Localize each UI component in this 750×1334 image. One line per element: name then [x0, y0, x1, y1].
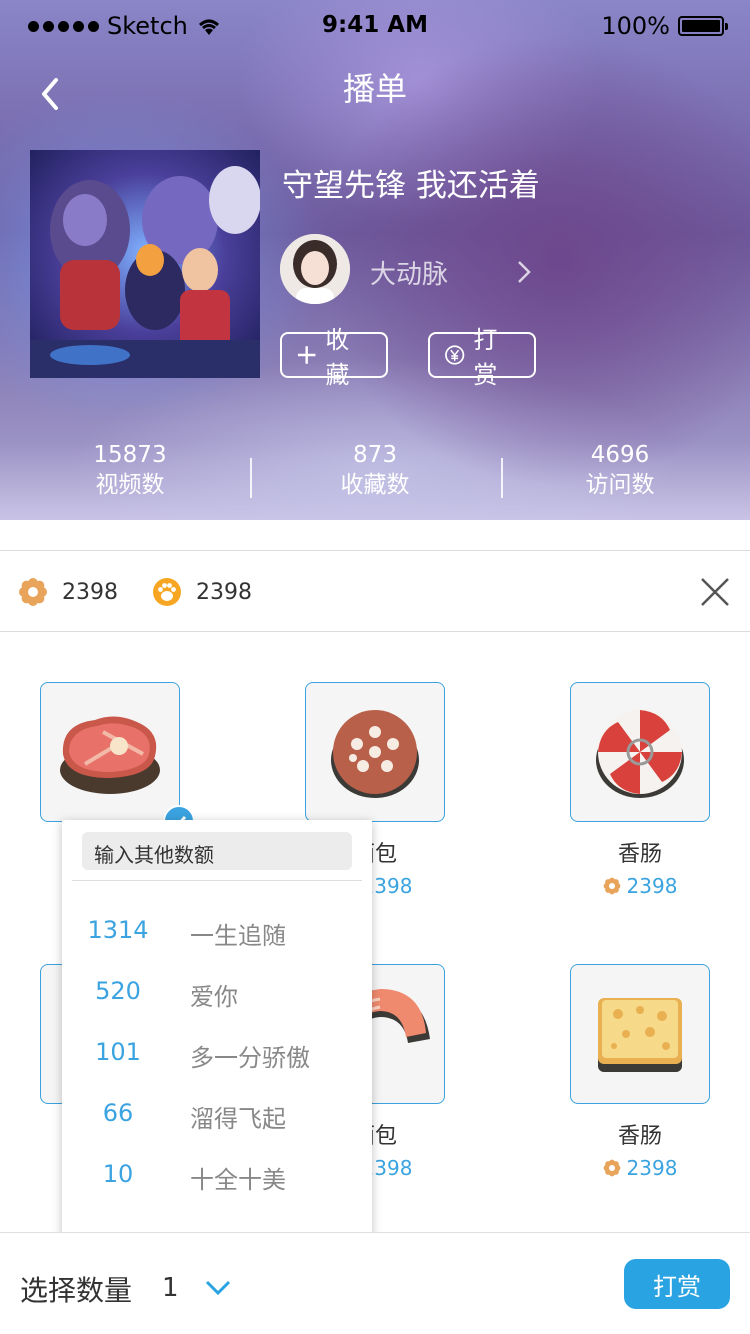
amount-value: 520: [95, 977, 141, 1005]
page-title: 播单: [342, 70, 407, 108]
candy-icon: [596, 710, 684, 798]
flower-icon: [19, 578, 47, 606]
amount-option[interactable]: 1314 一生追随: [62, 916, 372, 956]
tip-submit-button[interactable]: 打赏: [624, 1259, 730, 1309]
chevron-down-icon[interactable]: [204, 1279, 232, 1297]
amount-value: 101: [95, 1038, 141, 1066]
gift-name: 香肠: [617, 842, 662, 867]
quantity-label: 选择数量: [20, 1274, 133, 1307]
steak-icon: [60, 716, 160, 794]
gift-price: 2398: [570, 1156, 710, 1180]
stat-value: 873: [353, 442, 397, 468]
stat-favorites: 873 收藏数: [250, 440, 500, 500]
amount-value: 66: [102, 1099, 134, 1127]
gift-price-value: 2398: [626, 1156, 678, 1180]
amount-meaning: 爱你: [190, 983, 238, 1011]
flower-icon: [603, 1159, 620, 1177]
stat-value: 15873: [93, 442, 167, 468]
paw-icon: [153, 578, 181, 606]
amount-popover: 输入其他数额 1314 一生追随 520 爱你 101 多一分骄傲 66 溜得飞…: [62, 820, 372, 1238]
cheese-icon: [598, 998, 682, 1072]
paw-count: 2398: [196, 579, 252, 605]
plus-icon: [297, 346, 316, 364]
gift-card[interactable]: [570, 682, 710, 822]
paw-balance: 2398: [152, 577, 252, 607]
stat-visits: 4696 访问数: [495, 440, 745, 500]
gift-card[interactable]: [570, 964, 710, 1104]
status-bar: Sketch 9:41 AM 100%: [0, 0, 750, 52]
author-avatar[interactable]: [280, 234, 350, 304]
amount-value: 1314: [87, 916, 149, 944]
coin-icon: [445, 345, 465, 365]
playlist-stats: 15873 视频数 873 收藏数 4696 访问数: [0, 440, 750, 506]
custom-amount-input[interactable]: 输入其他数额: [82, 832, 352, 870]
cookie-icon: [331, 710, 419, 798]
flower-balance: 2398: [18, 577, 118, 607]
chevron-right-icon[interactable]: [514, 258, 534, 286]
gift-price: 2398: [570, 874, 710, 898]
close-icon[interactable]: [700, 577, 730, 607]
favorite-button[interactable]: 收藏: [280, 326, 388, 389]
gift-card[interactable]: [305, 682, 445, 822]
gift-item[interactable]: 香肠 2398: [570, 964, 710, 1180]
battery-icon: [678, 16, 728, 36]
amount-meaning: 十全十美: [190, 1166, 286, 1194]
amount-option[interactable]: 10 十全十美: [62, 1160, 372, 1200]
stat-label: 收藏数: [340, 472, 410, 498]
tip-header-button[interactable]: 打赏: [428, 326, 536, 389]
balance-bar: 2398 2398: [0, 550, 750, 632]
amount-value: 10: [102, 1160, 134, 1188]
amount-meaning: 一生追随: [190, 922, 286, 950]
stat-value: 4696: [590, 442, 650, 468]
amount-meaning: 多一分骄傲: [190, 1044, 310, 1072]
amount-option[interactable]: 101 多一分骄傲: [62, 1038, 372, 1078]
amount-option[interactable]: 66 溜得飞起: [62, 1099, 372, 1139]
playlist-cover-image: [30, 150, 260, 378]
stat-videos: 15873 视频数: [5, 440, 255, 500]
tip-header-button-label: 打赏: [473, 326, 498, 389]
playlist-header: Sketch 9:41 AM 100% 播单 守望先锋 我还活着 大动脉 收藏 …: [0, 0, 750, 520]
flower-count: 2398: [62, 579, 118, 605]
bottom-bar: 选择数量 1 打赏: [0, 1232, 750, 1334]
stat-label: 视频数: [95, 472, 165, 498]
divider: [72, 880, 362, 881]
gift-item[interactable]: 香肠 2398: [570, 682, 710, 898]
quantity-value[interactable]: 1: [162, 1273, 179, 1303]
favorite-button-label: 收藏: [325, 326, 350, 389]
battery-percent: 100%: [601, 12, 670, 40]
gift-name: 香肠: [617, 1124, 662, 1149]
author-name[interactable]: 大动脉: [370, 254, 448, 291]
gift-price-value: 2398: [626, 874, 678, 898]
amount-option[interactable]: 520 爱你: [62, 977, 372, 1017]
flower-icon: [603, 877, 620, 895]
gift-card-selected[interactable]: [40, 682, 195, 837]
playlist-title: 守望先锋 我还活着: [282, 168, 540, 204]
stat-label: 访问数: [585, 472, 655, 498]
amount-meaning: 溜得飞起: [190, 1105, 286, 1133]
